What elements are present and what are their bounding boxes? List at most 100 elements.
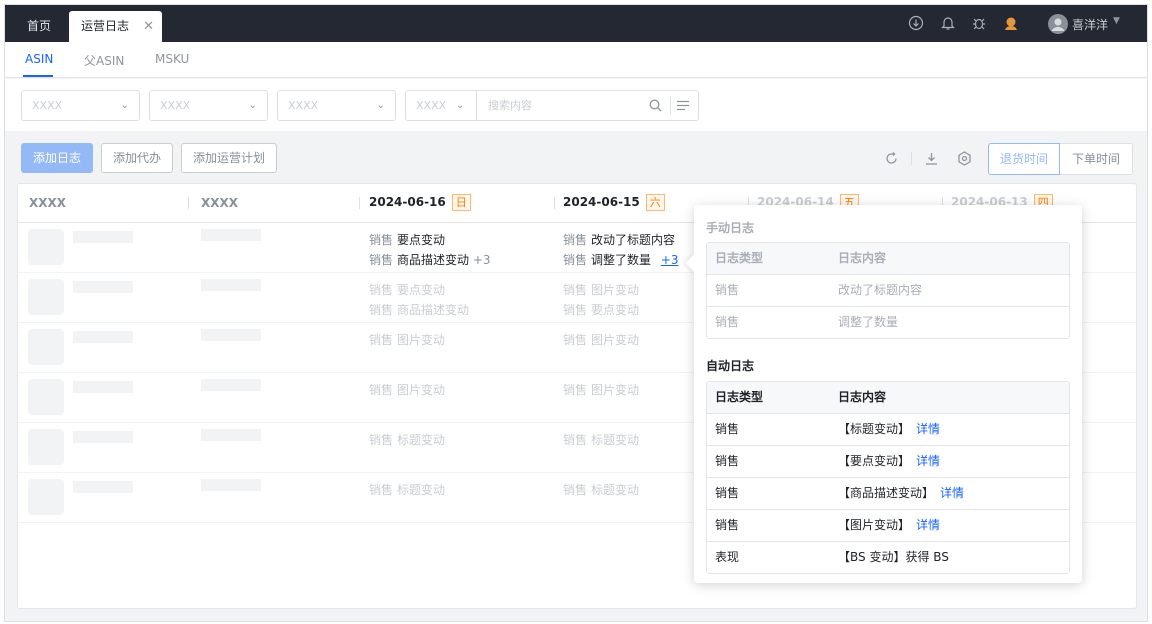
chevron-down-icon: ⌄ xyxy=(456,100,465,111)
filter-select-1[interactable]: XXXX ⌄ xyxy=(21,90,140,121)
download-icon[interactable] xyxy=(925,152,938,165)
log-entry[interactable]: 销售 要点变动 xyxy=(369,231,445,248)
subtab-parent-asin[interactable]: 父ASIN xyxy=(84,52,124,69)
log-text: 商品描述变动 xyxy=(397,253,470,267)
subtab-asin[interactable]: ASIN xyxy=(25,52,53,66)
user-name[interactable]: 喜洋洋 xyxy=(1072,16,1108,33)
auto-log-row: 表现 【BS 变动】获得 BS xyxy=(707,541,1069,573)
log-type: 销售 xyxy=(715,518,740,532)
log-content-text: 【标题变动】 xyxy=(838,422,911,436)
log-category: 销售 xyxy=(563,433,588,447)
log-text: 图片变动 xyxy=(397,383,446,397)
filter-select-3[interactable]: XXXX ⌄ xyxy=(277,90,396,121)
log-category: 销售 xyxy=(563,253,588,267)
return-time-toggle[interactable]: 退货时间 xyxy=(988,143,1060,175)
log-text: 标题变动 xyxy=(591,433,640,447)
log-text: 标题变动 xyxy=(591,483,640,497)
log-entry[interactable]: 销售 图片变动 xyxy=(563,381,639,398)
log-text: 标题变动 xyxy=(397,433,446,447)
bug-icon[interactable] xyxy=(971,15,987,31)
product-image-placeholder xyxy=(28,379,64,415)
log-category: 销售 xyxy=(563,233,588,247)
log-detail-popover: 手动日志 日志类型 日志内容 销售 改动了标题内容 销售 调整了数量 自动日志 … xyxy=(685,205,1082,583)
log-entry[interactable]: 销售 图片变动 xyxy=(369,381,445,398)
chevron-down-icon[interactable]: ▼ xyxy=(1113,16,1120,26)
product-image-placeholder xyxy=(28,429,64,465)
manual-log-row: 销售 调整了数量 xyxy=(707,306,1069,338)
column-header-type: 日志类型 xyxy=(715,390,764,404)
tab-home[interactable]: 首页 xyxy=(13,11,65,42)
details-link[interactable]: 详情 xyxy=(940,486,964,500)
log-text: 图片变动 xyxy=(591,333,640,347)
search-icon[interactable] xyxy=(649,99,662,112)
tab-operation-log[interactable]: 运营日志 ✕ xyxy=(69,11,162,42)
text-placeholder xyxy=(73,431,133,443)
log-content: 【BS 变动】获得 BS xyxy=(838,550,949,564)
manual-log-table: 日志类型 日志内容 销售 改动了标题内容 销售 调整了数量 xyxy=(706,242,1070,339)
product-image-placeholder xyxy=(28,329,64,365)
download-circle-icon[interactable] xyxy=(908,15,924,31)
log-content-text: 【图片变动】 xyxy=(838,518,911,532)
details-link[interactable]: 详情 xyxy=(916,454,940,468)
auto-log-row: 销售 【图片变动】 详情 xyxy=(707,509,1069,541)
log-entry[interactable]: 销售 图片变动 xyxy=(563,281,639,298)
more-count-link[interactable]: +3 xyxy=(661,253,679,267)
log-entry[interactable]: 销售 改动了标题内容 xyxy=(563,231,675,248)
avatar[interactable] xyxy=(1048,14,1068,34)
log-type: 销售 xyxy=(715,283,740,297)
filter-lines-icon[interactable] xyxy=(677,100,689,111)
search-box: XXXX ⌄ 搜索内容 xyxy=(405,90,699,121)
details-link[interactable]: 详情 xyxy=(916,422,940,436)
log-entry[interactable]: 销售 图片变动 xyxy=(563,331,639,348)
add-todo-button[interactable]: 添加代办 xyxy=(101,143,173,173)
log-text: 图片变动 xyxy=(591,383,640,397)
product-image-placeholder xyxy=(28,229,64,265)
bell-icon[interactable] xyxy=(940,15,956,31)
log-entry[interactable]: 销售 标题变动 xyxy=(563,481,639,498)
log-category: 销售 xyxy=(369,433,394,447)
filter-select-3-value: XXXX xyxy=(288,99,319,112)
refresh-icon[interactable] xyxy=(885,152,898,165)
log-category: 销售 xyxy=(563,483,588,497)
log-entry[interactable]: 销售 调整了数量 +3 xyxy=(563,251,679,268)
log-content: 改动了标题内容 xyxy=(838,283,923,297)
product-image-placeholder xyxy=(28,479,64,515)
log-category: 销售 xyxy=(563,283,588,297)
log-content: 【图片变动】 详情 xyxy=(838,510,940,541)
subtab-msku[interactable]: MSKU xyxy=(155,52,189,66)
log-entry[interactable]: 销售 商品描述变动 xyxy=(369,301,469,318)
more-count[interactable]: +3 xyxy=(473,253,491,267)
search-type-select[interactable]: XXXX xyxy=(416,99,446,112)
search-input[interactable]: 搜索内容 xyxy=(488,91,532,120)
search-divider xyxy=(476,91,477,120)
text-placeholder xyxy=(201,429,261,441)
log-entry[interactable]: 销售 要点变动 xyxy=(369,281,445,298)
column-header-1: XXXX xyxy=(29,196,67,210)
order-time-toggle[interactable]: 下单时间 xyxy=(1060,143,1133,175)
toolbar-divider xyxy=(911,152,912,165)
column-separator xyxy=(188,197,189,209)
settings-icon[interactable] xyxy=(957,151,972,166)
log-entry[interactable]: 销售 标题变动 xyxy=(369,481,445,498)
log-entry[interactable]: 销售 图片变动 xyxy=(369,331,445,348)
auto-log-title: 自动日志 xyxy=(706,359,755,373)
log-entry[interactable]: 销售 商品描述变动 +3 xyxy=(369,251,491,268)
log-entry[interactable]: 销售 要点变动 xyxy=(563,301,639,318)
product-image-placeholder xyxy=(28,279,64,315)
log-entry[interactable]: 销售 标题变动 xyxy=(369,431,445,448)
add-plan-button[interactable]: 添加运营计划 xyxy=(181,143,277,173)
add-log-button[interactable]: 添加日志 xyxy=(21,143,93,173)
log-category: 销售 xyxy=(563,303,588,317)
details-link[interactable]: 详情 xyxy=(916,518,940,532)
log-entry[interactable]: 销售 标题变动 xyxy=(563,431,639,448)
close-icon[interactable]: ✕ xyxy=(143,11,154,42)
filter-select-2[interactable]: XXXX ⌄ xyxy=(149,90,268,121)
manual-log-title: 手动日志 xyxy=(706,221,755,235)
text-placeholder xyxy=(73,381,133,393)
customer-service-icon[interactable] xyxy=(1003,15,1019,31)
text-placeholder xyxy=(201,329,261,341)
log-text: 要点变动 xyxy=(397,283,446,297)
chevron-down-icon: ⌄ xyxy=(120,100,129,111)
search-divider-2 xyxy=(670,97,671,114)
log-category: 销售 xyxy=(563,333,588,347)
